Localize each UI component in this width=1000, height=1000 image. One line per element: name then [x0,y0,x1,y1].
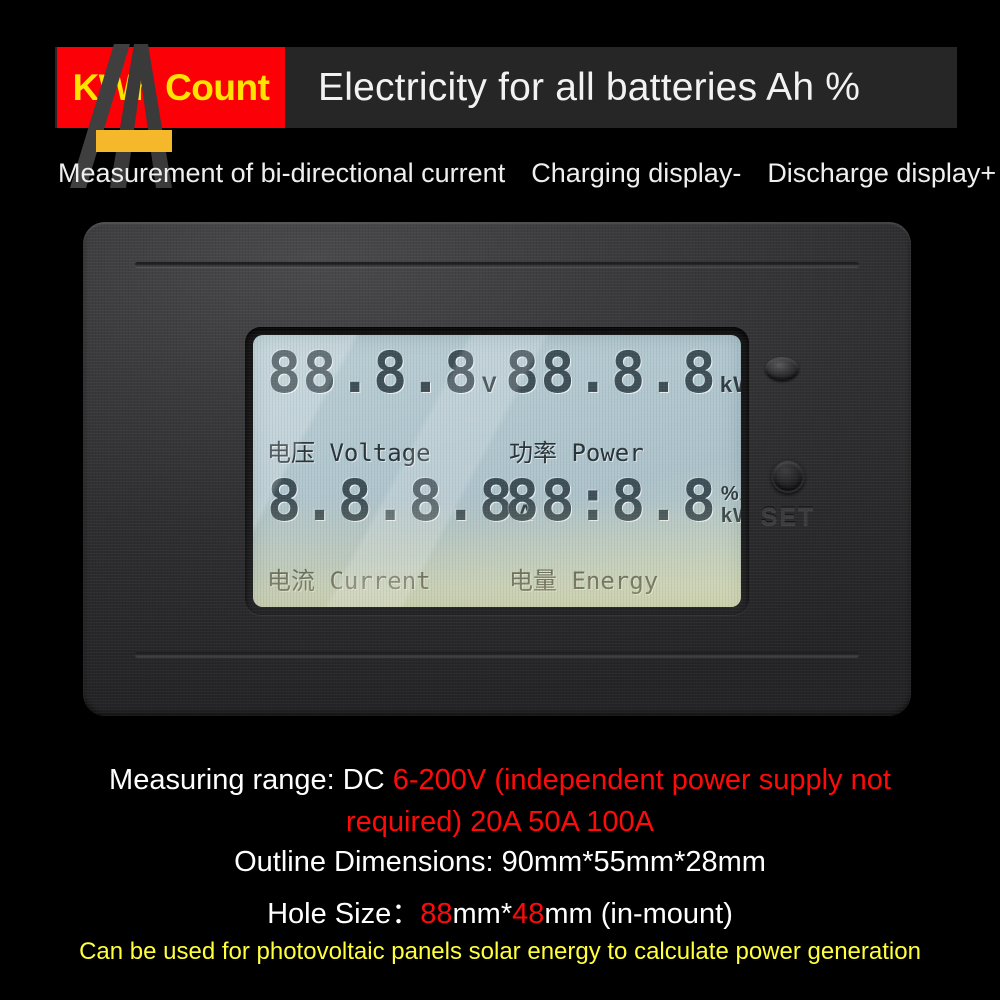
brand-name: KWh Count [72,66,270,108]
spec-measuring-range-cont: required) 20A 50A 100A [0,806,1000,839]
power-digits: 88.8.8 kW [505,340,741,406]
spec-measuring-range: Measuring range: DC 6-200V (independent … [0,764,1000,797]
hole-size-height: 48 [512,898,545,930]
power-value: 88.8.8 [505,340,717,406]
current-digits: 8.8.8.8 A [267,472,533,529]
voltage-label: 电压 Voltage [267,433,431,468]
lcd-current-cell: 8.8.8.8 A 电流 Current [253,472,533,595]
case-groove-bottom [135,652,859,657]
power-label-en: Power [571,439,644,467]
feature-discharge: Discharge display+ [767,157,997,188]
feature-bidirectional: Measurement of bi-directional current [58,157,506,188]
indicator-led [765,357,799,381]
energy-label: 电量 Energy [509,561,658,596]
energy-label-en: Energy [571,567,659,595]
lcd-row-top: 88.8.8 V 电压 Voltage 88.8.8 kW [253,340,741,467]
current-label-cn: 电流 [267,567,315,595]
lcd-row-bottom: 8.8.8.8 A 电流 Current 88:8.8 %Ah [253,468,741,595]
spec-range-dc: DC [342,764,393,796]
power-label-cn: 功率 [509,439,557,467]
energy-label-cn: 电量 [509,567,557,595]
voltage-label-en: Voltage [329,439,431,467]
lcd-voltage-cell: 88.8.8 V 电压 Voltage [253,340,505,467]
power-label: 功率 Power [509,433,644,468]
current-label-en: Current [329,567,431,595]
product-image-root: KWh Count Electricity for all batteries … [0,0,1000,1000]
set-button[interactable] [771,459,805,493]
energy-unit-ah: %Ah [720,482,741,505]
spec-hole-size: Hole Size：88mm*48mm (in-mount) [0,890,1000,932]
current-label: 电流 Current [267,561,431,596]
page-title: Electricity for all batteries Ah % [318,65,861,109]
hole-size-sep: mm* [452,898,513,930]
feature-charging: Charging display- [531,157,742,188]
spec-footer-note: Can be used for photovoltaic panels sola… [79,938,921,965]
energy-digits: 88:8.8 %Ah kWh [505,468,741,534]
hole-size-tail: mm (in-mount) [544,898,733,930]
brand-badge: KWh Count [57,47,285,128]
power-unit: kW [719,372,741,398]
meter-device: 88.8.8 V 电压 Voltage 88.8.8 kW [83,222,911,716]
spec-outline-dimensions: Outline Dimensions: 90mm*55mm*28mm [234,846,766,878]
hole-size-label: Hole Size： [267,898,421,930]
set-button-label: SET [760,503,816,531]
case-groove-top [135,262,859,267]
lcd-power-cell: 88.8.8 kW 功率 Power [505,340,741,467]
spec-range-label: Measuring range: [109,764,343,796]
hole-size-width: 88 [420,898,453,930]
feature-row: Measurement of bi-directional current Ch… [58,153,996,193]
lcd-energy-cell: 88:8.8 %Ah kWh 电量 Energy [505,468,741,595]
spec-range-value-2: required) 20A 50A 100A [346,806,654,838]
voltage-label-cn: 电压 [267,439,315,467]
voltage-unit: V [481,372,498,398]
spec-range-value: 6-200V (independent power supply not [392,764,891,796]
voltage-value: 88.8.8 [267,340,479,406]
voltage-digits: 88.8.8 V [267,340,505,406]
current-value: 8.8.8.8 [267,468,515,534]
energy-value: 88:8.8 [505,468,717,534]
lcd-screen: 88.8.8 V 电压 Voltage 88.8.8 kW [253,335,741,607]
lcd-bezel: 88.8.8 V 电压 Voltage 88.8.8 kW [245,327,749,615]
